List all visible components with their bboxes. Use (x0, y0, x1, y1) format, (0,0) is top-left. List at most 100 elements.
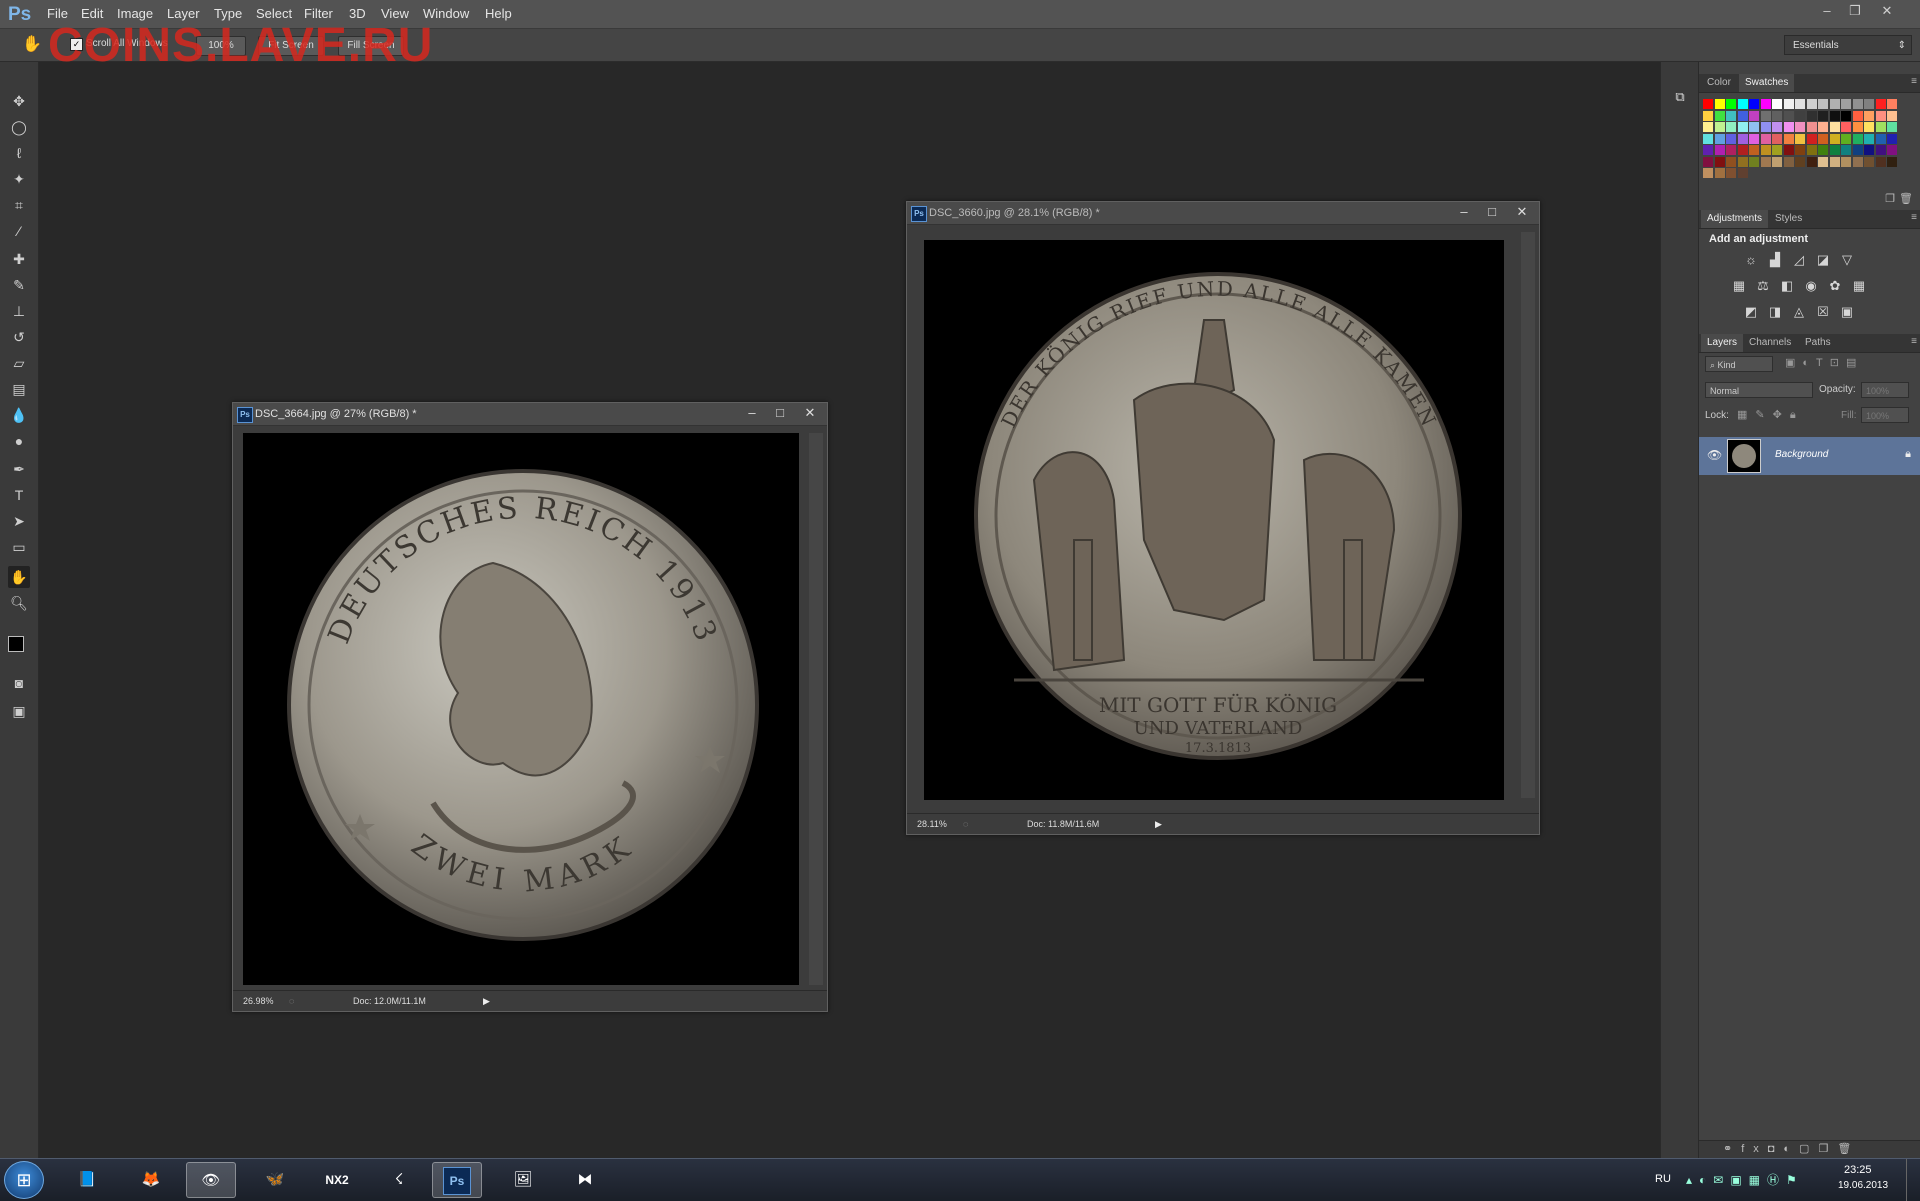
gradient-tool-icon[interactable]: ▤ (8, 378, 30, 400)
color-swatch[interactable] (1714, 156, 1725, 167)
crop-tool-icon[interactable]: ⌗ (8, 194, 30, 216)
opacity-input[interactable]: 100% (1861, 382, 1909, 398)
color-swatch[interactable] (1795, 133, 1805, 144)
color-balance-icon[interactable]: ⚖ (1755, 278, 1771, 294)
color-swatch[interactable] (1737, 99, 1748, 109)
color-swatch[interactable] (1726, 168, 1736, 178)
zoom-tool-icon[interactable]: 🔍︎ (8, 592, 30, 614)
color-swatch[interactable] (1726, 145, 1736, 155)
tray-icons[interactable]: ▴◐✉▣▦Ⓗ⚑ (1686, 1171, 1804, 1188)
delete-swatch-icon[interactable]: 🗑︎ (1899, 192, 1913, 205)
rectangle-tool-icon[interactable]: ▭ (8, 536, 30, 558)
color-swatch[interactable] (1841, 145, 1851, 155)
color-swatch[interactable] (1806, 110, 1817, 121)
eraser-tool-icon[interactable]: ▱ (8, 352, 30, 374)
color-swatch[interactable] (1772, 122, 1782, 132)
tab-paths[interactable]: Paths (1799, 334, 1837, 352)
color-swatch[interactable] (1783, 133, 1794, 144)
color-swatch[interactable] (1841, 99, 1851, 109)
taskbar-image-app-icon[interactable]: 🖼︎ (498, 1162, 548, 1198)
color-swatch[interactable] (1818, 133, 1828, 144)
color-swatch[interactable] (1737, 122, 1748, 132)
type-tool-icon[interactable]: T (8, 484, 30, 506)
color-swatch[interactable] (1703, 110, 1713, 121)
clone-stamp-tool-icon[interactable]: ⊥ (8, 300, 30, 322)
layer-filter-kind[interactable]: ⌕ Kind (1705, 356, 1773, 372)
quick-mask-icon[interactable]: ◙ (8, 672, 30, 694)
color-swatch[interactable] (1806, 99, 1817, 109)
color-swatch[interactable] (1852, 145, 1863, 155)
color-swatch[interactable] (1852, 122, 1863, 132)
color-swatch[interactable] (1875, 122, 1886, 132)
color-swatch[interactable] (1864, 122, 1874, 132)
color-swatch[interactable] (1772, 145, 1782, 155)
status-menu-arrow-icon[interactable]: ▶ (483, 991, 490, 1011)
color-swatch[interactable] (1875, 110, 1886, 121)
color-swatch[interactable] (1714, 133, 1725, 144)
color-swatch[interactable] (1887, 110, 1897, 121)
path-selection-tool-icon[interactable]: ➤ (8, 510, 30, 532)
tab-swatches[interactable]: Swatches (1739, 74, 1795, 92)
hand-tool-icon[interactable]: ✋ (22, 35, 42, 55)
tab-styles[interactable]: Styles (1769, 210, 1808, 228)
color-swatch[interactable] (1795, 122, 1805, 132)
color-swatch[interactable] (1703, 99, 1713, 109)
color-swatch[interactable] (1726, 122, 1736, 132)
history-brush-tool-icon[interactable]: ↺ (8, 326, 30, 348)
color-swatch[interactable] (1841, 156, 1851, 167)
hue-saturation-icon[interactable]: ▦ (1731, 278, 1747, 294)
color-swatch[interactable] (1806, 156, 1817, 167)
restore-app-icon[interactable]: ❐ (1842, 2, 1868, 20)
color-swatch[interactable] (1852, 110, 1863, 121)
color-swatch[interactable] (1887, 133, 1897, 144)
taskbar-app-notes-icon[interactable]: 📘 (62, 1162, 112, 1198)
color-swatch[interactable] (1772, 110, 1782, 121)
healing-brush-tool-icon[interactable]: ✚ (8, 248, 30, 270)
color-swatch[interactable] (1749, 156, 1759, 167)
color-lookup-icon[interactable]: ▦ (1851, 278, 1867, 294)
color-swatch[interactable] (1864, 133, 1874, 144)
brush-tool-icon[interactable]: ✎ (8, 274, 30, 296)
color-swatch[interactable] (1783, 122, 1794, 132)
taskbar-nx2-icon[interactable]: NX2 (312, 1162, 362, 1198)
color-swatch[interactable] (1760, 133, 1771, 144)
hand-tool-icon[interactable]: ✋ (8, 566, 30, 588)
close-app-icon[interactable]: ✕ (1874, 2, 1900, 20)
marquee-tool-icon[interactable]: ◯ (8, 116, 30, 138)
color-swatch[interactable] (1829, 145, 1840, 155)
doc-minimize-icon[interactable]: – (1451, 202, 1477, 222)
brightness-contrast-icon[interactable]: ☼ (1743, 252, 1759, 268)
doc-maximize-icon[interactable]: □ (1479, 202, 1505, 222)
color-swatch[interactable] (1703, 156, 1713, 167)
color-swatch[interactable] (1749, 110, 1759, 121)
blur-tool-icon[interactable]: 💧 (8, 404, 30, 426)
color-swatch[interactable] (1703, 145, 1713, 155)
tab-adjustments[interactable]: Adjustments (1701, 210, 1769, 228)
tab-color[interactable]: Color (1701, 74, 1737, 92)
color-swatch[interactable] (1737, 168, 1748, 178)
taskbar-viewer-icon[interactable]: 👁︎ (186, 1162, 236, 1198)
selective-color-icon[interactable]: ▣ (1839, 304, 1855, 320)
channel-mixer-icon[interactable]: ✿ (1827, 278, 1843, 294)
taskbar-scanner-icon[interactable]: ☇ (374, 1162, 424, 1198)
color-swatch[interactable] (1795, 145, 1805, 155)
color-swatch[interactable] (1714, 110, 1725, 121)
layers-footer-icons[interactable]: ⚭fx◘◐▢❐🗑︎ (1723, 1142, 1860, 1155)
color-swatch[interactable] (1864, 145, 1874, 155)
color-swatch[interactable] (1829, 122, 1840, 132)
color-swatch[interactable] (1818, 99, 1828, 109)
color-swatch[interactable] (1864, 110, 1874, 121)
color-swatch[interactable] (1841, 133, 1851, 144)
color-swatch[interactable] (1887, 145, 1897, 155)
photo-filter-icon[interactable]: ◉ (1803, 278, 1819, 294)
color-swatch[interactable] (1818, 110, 1828, 121)
color-swatch[interactable] (1818, 122, 1828, 132)
new-swatch-icon[interactable]: ❐ (1885, 192, 1895, 205)
color-swatch[interactable] (1829, 99, 1840, 109)
color-swatch[interactable] (1829, 133, 1840, 144)
vertical-scrollbar[interactable] (809, 433, 823, 985)
color-swatch[interactable] (1795, 110, 1805, 121)
color-swatch[interactable] (1737, 156, 1748, 167)
posterize-icon[interactable]: ◨ (1767, 304, 1783, 320)
screen-mode-icon[interactable]: ▣ (8, 700, 30, 722)
